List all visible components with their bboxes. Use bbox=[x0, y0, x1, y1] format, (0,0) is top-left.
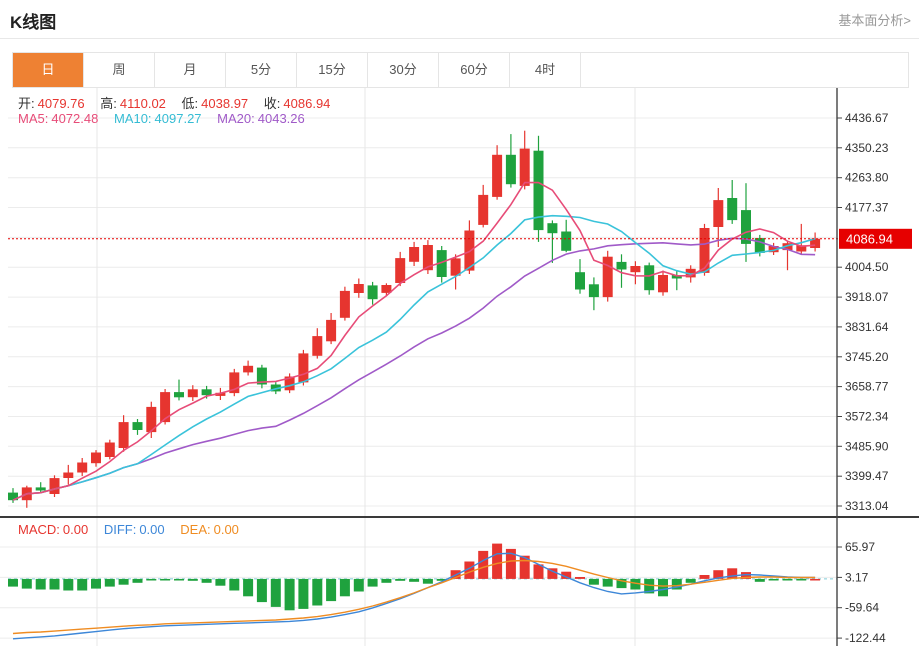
svg-text:4350.23: 4350.23 bbox=[845, 141, 889, 155]
page-title: K线图 bbox=[10, 13, 57, 32]
interval-tab-bar: 日周月 5分 15分 30分 60分 4时 bbox=[12, 52, 909, 88]
main-gridlines bbox=[8, 88, 837, 517]
svg-text:4263.80: 4263.80 bbox=[845, 171, 889, 185]
svg-text:3918.07: 3918.07 bbox=[845, 290, 889, 304]
tab-30分[interactable]: 30分 bbox=[368, 53, 439, 87]
tab-15分[interactable]: 15分 bbox=[297, 53, 368, 87]
tab-bar-filler bbox=[581, 53, 908, 87]
tab-周[interactable]: 周 bbox=[84, 53, 155, 87]
svg-text:4177.37: 4177.37 bbox=[845, 201, 889, 215]
svg-text:3745.20: 3745.20 bbox=[845, 350, 889, 364]
svg-text:4436.67: 4436.67 bbox=[845, 111, 889, 125]
svg-text:-122.44: -122.44 bbox=[845, 631, 886, 645]
current-price-marker: 4086.94 bbox=[839, 228, 912, 249]
header-divider bbox=[0, 38, 919, 39]
tab-5分[interactable]: 5分 bbox=[226, 53, 297, 87]
tab-4时[interactable]: 4时 bbox=[510, 53, 581, 87]
ma5-line bbox=[12, 181, 816, 501]
svg-text:4086.94: 4086.94 bbox=[846, 231, 893, 246]
svg-text:3572.34: 3572.34 bbox=[845, 410, 889, 424]
fundamental-analysis-link[interactable]: 基本面分析> bbox=[838, 10, 911, 29]
svg-text:3313.04: 3313.04 bbox=[845, 499, 889, 513]
macd-y-axis-labels: 65.97 3.17 -59.64 -122.44 bbox=[837, 540, 886, 645]
tab-60分[interactable]: 60分 bbox=[439, 53, 510, 87]
svg-text:3399.47: 3399.47 bbox=[845, 469, 889, 483]
main-y-axis-labels: 4436.67 4350.23 4263.80 4177.37 4004.50 3918.… bbox=[837, 111, 889, 513]
svg-text:3485.90: 3485.90 bbox=[845, 439, 889, 453]
kline-chart[interactable]: 4436.67 4350.23 4263.80 4177.37 4004.50 3918.… bbox=[0, 88, 919, 646]
svg-text:65.97: 65.97 bbox=[845, 540, 875, 554]
svg-text:3831.64: 3831.64 bbox=[845, 320, 889, 334]
svg-text:4004.50: 4004.50 bbox=[845, 260, 889, 274]
svg-text:3.17: 3.17 bbox=[845, 570, 869, 584]
candles bbox=[8, 130, 821, 508]
svg-text:3658.77: 3658.77 bbox=[845, 380, 889, 394]
ma20-line bbox=[12, 237, 816, 501]
dea-line bbox=[12, 559, 816, 635]
tab-日[interactable]: 日 bbox=[13, 53, 84, 87]
tab-月[interactable]: 月 bbox=[155, 53, 226, 87]
svg-text:-59.64: -59.64 bbox=[845, 601, 879, 615]
